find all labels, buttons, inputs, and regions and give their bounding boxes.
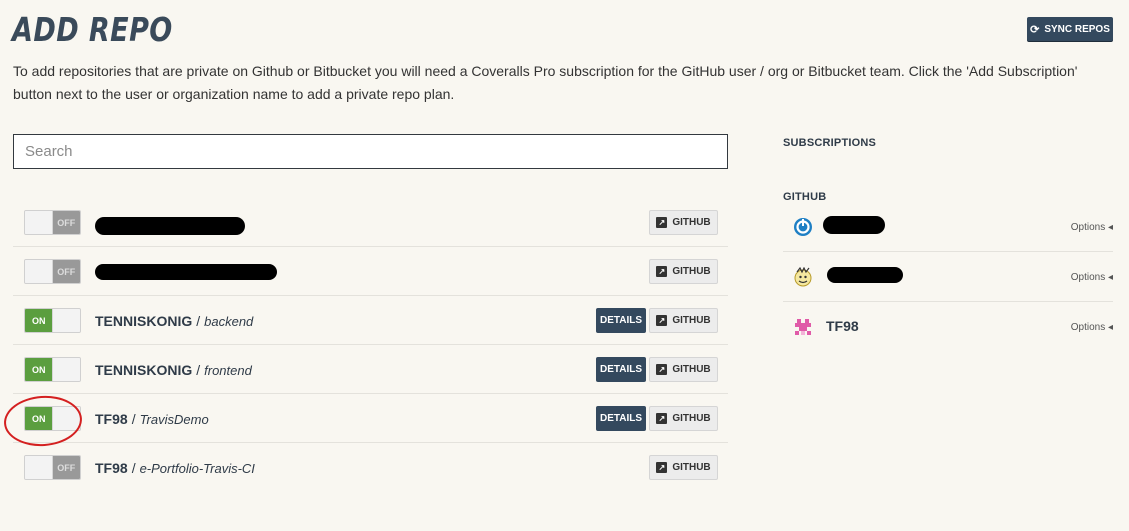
repo-owner: TF98	[95, 411, 128, 427]
repo-separator: /	[196, 362, 201, 378]
repo-title: frontend	[204, 363, 252, 378]
redacted-subscription-name	[823, 216, 885, 234]
redacted-repo-name	[95, 217, 245, 235]
details-button[interactable]: DETAILS	[596, 406, 646, 431]
repo-name[interactable]: TENNISKONIG / frontend	[95, 362, 252, 378]
toggle-state: OFF	[52, 456, 80, 479]
toggle-knob	[25, 456, 53, 479]
repo-toggle[interactable]: ON	[24, 308, 81, 333]
details-button[interactable]: DETAILS	[596, 357, 646, 382]
repo-name[interactable]: TF98/e-Portfolio-Travis-CI	[95, 460, 255, 476]
repo-owner: TF98	[95, 460, 128, 476]
repo-title: TravisDemo	[139, 412, 209, 427]
repo-toggle[interactable]: OFF	[24, 210, 81, 235]
toggle-state: ON	[25, 407, 53, 430]
repo-owner: TENNISKONIG	[95, 313, 193, 329]
github-button[interactable]: ↗ GITHUB	[649, 357, 718, 382]
options-link[interactable]: Options ◂	[1071, 272, 1113, 283]
toggle-knob	[25, 211, 53, 234]
toggle-state: ON	[25, 358, 53, 381]
repo-title: backend	[204, 314, 254, 329]
options-link[interactable]: Options ◂	[1071, 222, 1113, 233]
toggle-state: OFF	[52, 260, 80, 283]
toggle-knob	[52, 309, 80, 332]
github-button[interactable]: ↗ GITHUB	[649, 259, 718, 284]
repo-row: OFF ↗ GITHUB	[13, 198, 728, 247]
external-link-icon: ↗	[656, 315, 668, 326]
github-button[interactable]: ↗ GITHUB	[649, 455, 718, 480]
github-label: GITHUB	[672, 413, 711, 424]
page-title: ADD REPO	[12, 10, 173, 49]
external-link-icon: ↗	[656, 462, 668, 473]
sync-repos-label: SYNC REPOS	[1044, 23, 1110, 35]
github-label: GITHUB	[672, 462, 711, 473]
redacted-repo-name	[95, 264, 277, 280]
repo-title: e-Portfolio-Travis-CI	[139, 461, 255, 476]
toggle-state: OFF	[52, 211, 80, 234]
intro-text: To add repositories that are private on …	[13, 63, 1078, 102]
external-link-icon: ↗	[656, 364, 668, 375]
toggle-knob	[52, 407, 80, 430]
toggle-knob	[52, 358, 80, 381]
github-label: GITHUB	[672, 315, 711, 326]
repo-toggle[interactable]: ON	[24, 357, 81, 382]
repo-list: OFF ↗ GITHUB OFF ↗ GITHUB ON TENNISKONIG…	[13, 198, 728, 492]
repo-toggle[interactable]: OFF	[24, 455, 81, 480]
subscription-item: TF98 Options ◂	[783, 302, 1113, 352]
github-button[interactable]: ↗ GITHUB	[649, 406, 718, 431]
github-label: GITHUB	[672, 364, 711, 375]
github-button[interactable]: ↗ GITHUB	[649, 210, 718, 235]
repo-row: OFF ↗ GITHUB	[13, 247, 728, 296]
repo-row: ON TENNISKONIG / frontend DETAILS ↗ GITHUB	[13, 345, 728, 394]
subscription-item: Options ◂	[783, 252, 1113, 302]
repo-row: ON TF98/TravisDemo DETAILS ↗ GITHUB	[13, 394, 728, 443]
sync-repos-button[interactable]: ⟳ SYNC REPOS	[1027, 17, 1113, 41]
search-input[interactable]	[13, 134, 728, 169]
repo-owner: TENNISKONIG	[95, 362, 193, 378]
external-link-icon: ↗	[656, 266, 668, 277]
github-label: GITHUB	[672, 266, 711, 277]
repo-separator: /	[131, 460, 136, 476]
external-link-icon: ↗	[656, 413, 668, 424]
avatar	[793, 266, 813, 287]
avatar	[793, 217, 813, 237]
github-label: GITHUB	[672, 217, 711, 228]
avatar	[793, 317, 813, 337]
subscriptions-heading: SUBSCRIPTIONS	[783, 137, 877, 149]
repo-name[interactable]: TF98/TravisDemo	[95, 411, 209, 427]
details-button[interactable]: DETAILS	[596, 308, 646, 333]
subscription-name[interactable]: TF98	[826, 318, 859, 334]
toggle-knob	[25, 260, 53, 283]
refresh-icon: ⟳	[1030, 23, 1040, 36]
repo-name[interactable]: TENNISKONIG / backend	[95, 313, 253, 329]
toggle-state: ON	[25, 309, 53, 332]
external-link-icon: ↗	[656, 217, 668, 228]
subscription-item: Options ◂	[783, 202, 1113, 252]
subscription-list: Options ◂ Options ◂ TF98 Options ◂	[783, 202, 1113, 352]
repo-toggle[interactable]: OFF	[24, 259, 81, 284]
repo-separator: /	[131, 411, 136, 427]
github-button[interactable]: ↗ GITHUB	[649, 308, 718, 333]
repo-toggle[interactable]: ON	[24, 406, 81, 431]
repo-separator: /	[196, 313, 201, 329]
repo-row: OFF TF98/e-Portfolio-Travis-CI ↗ GITHUB	[13, 443, 728, 492]
redacted-subscription-name	[827, 267, 903, 283]
repo-row: ON TENNISKONIG / backend DETAILS ↗ GITHUB	[13, 296, 728, 345]
options-link[interactable]: Options ◂	[1071, 322, 1113, 333]
